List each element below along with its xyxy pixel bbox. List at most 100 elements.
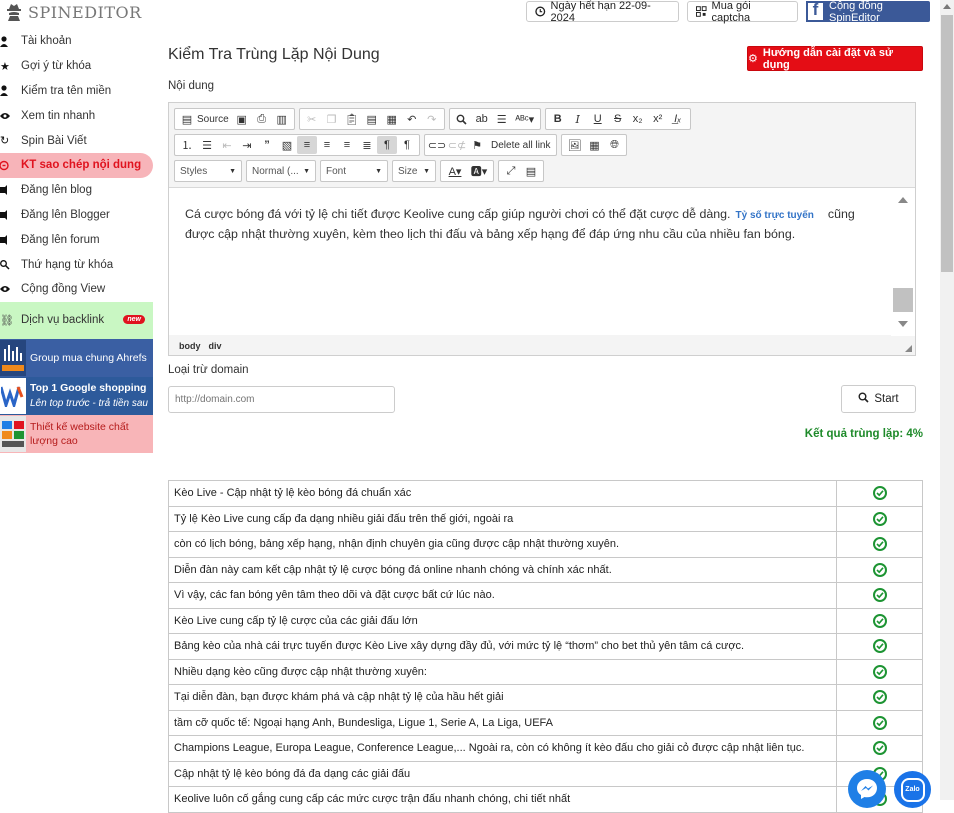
font-select[interactable]: Font ▼ [320,160,388,182]
path-div[interactable]: div [209,341,222,351]
indent-icon[interactable]: ⇥ [237,136,257,154]
sidebar-item-keyword-rank[interactable]: Thứ hạng từ khóa [0,252,153,277]
editor-inline-link[interactable]: Tỷ số trực tuyến [736,210,814,221]
toolbar-group-document: ▤ Source ▣ ⎙ ▥ [174,108,295,130]
bold-icon[interactable]: B [548,110,568,128]
buy-captcha-button[interactable]: Mua gói captcha [687,0,798,24]
sidebar-item-post-forum[interactable]: Đăng lên forum [0,227,153,252]
superscript-icon[interactable]: x² [648,110,668,128]
table-icon[interactable]: ▦ [584,136,604,154]
sidebar-item-community-view[interactable]: Cộng đồng View [0,277,153,302]
editor-text[interactable]: Cá cược bóng đá với tỷ lệ chi tiết được … [185,205,885,244]
row-sentence: còn có lịch bóng, bảng xếp hạng, nhận đị… [168,531,837,558]
sidebar-item-copy-check[interactable]: KT sao chép nội dung [0,152,153,178]
sidebar-item-account[interactable]: Tài khoản [0,29,153,54]
remove-format-icon[interactable]: I̲ₓ [668,110,688,128]
show-blocks-icon[interactable]: ▤ [521,162,541,180]
create-div-icon[interactable]: ▧ [277,136,297,154]
text-color-icon[interactable]: A▾ [443,162,467,180]
page-scrollbar[interactable] [940,0,954,800]
editor-scrollbar[interactable] [891,188,915,336]
check-circle-icon [872,613,887,628]
guide-button[interactable]: ⚙ Hướng dẫn cài đặt và sử dụng [747,46,923,71]
qrcode-icon [696,6,707,17]
underline-icon[interactable]: U [588,110,608,128]
image-icon[interactable]: 🖼︎ [564,136,584,154]
redo-icon[interactable]: ↷ [422,110,442,128]
size-select[interactable]: Size ▼ [392,160,436,182]
brand-logo[interactable]: SPINEDITOR [6,1,142,23]
sidebar-item-post-blog[interactable]: Đăng lên blog [0,178,153,203]
messenger-chat-button[interactable] [848,770,886,808]
spellcheck-icon[interactable]: ᴬᴮᶜ▾ [512,110,538,128]
promo-web-design[interactable]: Thiết kế website chất lượng cao [0,414,153,453]
row-status [836,582,923,609]
scroll-thumb[interactable] [893,288,913,312]
delete-all-links-button[interactable]: Delete all link [487,136,554,154]
justify-icon[interactable]: ≣ [357,136,377,154]
bg-color-icon[interactable]: 🅰︎▾ [467,162,491,180]
promo-ahrefs[interactable]: Group mua chung Ahrefs [0,338,153,377]
maximize-icon[interactable]: ⤢ [501,162,521,180]
path-body[interactable]: body [179,341,201,351]
templates-icon[interactable]: ▥ [272,110,292,128]
select-all-icon[interactable]: ☰ [492,110,512,128]
blockquote-icon[interactable]: ” [257,136,277,154]
find-icon[interactable] [452,110,472,128]
exclude-domain-input[interactable] [168,386,395,413]
sidebar-item-backlink[interactable]: ⛓ Dịch vụ backlink new [0,301,153,339]
facebook-community-button[interactable]: f Cộng đồng SpinEditor [806,0,930,24]
paste-icon[interactable]: 📋︎ [342,110,362,128]
toolbar-group-colors: A▾ 🅰︎▾ [440,160,494,182]
subscript-icon[interactable]: x₂ [628,110,648,128]
paste-text-icon[interactable]: ▤ [362,110,382,128]
align-center-icon[interactable]: ≡ [317,136,337,154]
source-icon: ▤ [181,113,193,126]
paste-word-icon[interactable]: ▦ [382,110,402,128]
expiry-date-button[interactable]: Ngày hết hạn 22-09-2024 [526,0,679,24]
iframe-globe-icon[interactable]: 🌐︎ [604,136,624,154]
anchor-icon[interactable]: ⚑ [467,136,487,154]
outdent-icon[interactable]: ⇤ [217,136,237,154]
replace-icon[interactable]: ab [472,110,492,128]
row-status [836,658,923,685]
scroll-down-arrow[interactable] [898,321,908,327]
source-button[interactable]: Source [197,110,232,128]
link-icon[interactable]: ⊂⊃ [427,136,447,154]
scroll-up-arrow[interactable] [898,197,908,203]
numbered-list-icon[interactable]: ⒈ [177,136,197,154]
editor-content-area[interactable]: Cá cược bóng đá với tỷ lệ chi tiết được … [169,187,915,336]
cut-icon[interactable]: ✂ [302,110,322,128]
align-left-icon[interactable]: ≡ [297,136,317,154]
align-right-icon[interactable]: ≡ [337,136,357,154]
copy-icon[interactable]: ❐ [322,110,342,128]
resize-handle[interactable] [905,345,912,352]
bulleted-list-icon[interactable]: ☰ [197,136,217,154]
scroll-up-arrow[interactable] [943,4,951,9]
print-icon[interactable]: ⎙ [252,110,272,128]
ltr-icon[interactable]: ¶ [377,136,397,154]
sidebar-item-quick-news[interactable]: Xem tin nhanh [0,103,153,128]
zalo-chat-button[interactable]: Zalo [894,771,931,808]
strikethrough-icon[interactable]: S [608,110,628,128]
unlink-icon[interactable]: ⊂⊄ [447,136,467,154]
sidebar-item-label: Xem tin nhanh [21,109,96,122]
format-select[interactable]: Normal (... ▼ [246,160,316,182]
italic-icon[interactable]: I [568,110,588,128]
table-row: còn có lịch bóng, bảng xếp hạng, nhận đị… [168,531,923,558]
chevron-down-icon: ▼ [229,167,236,175]
scroll-thumb[interactable] [941,15,953,272]
new-badge: new [123,314,145,324]
sidebar-item-domain-check[interactable]: Kiểm tra tên miền [0,79,153,104]
sidebar-item-keyword-suggest[interactable]: ★ Gợi ý từ khóa [0,54,153,79]
preview-icon[interactable]: ▣ [232,110,252,128]
rtl-icon[interactable]: ¶ [397,136,417,154]
undo-icon[interactable]: ↶ [402,110,422,128]
toolbar-group-basicstyles: B I U S x₂ x² I̲ₓ [544,108,691,130]
start-button[interactable]: Start [841,385,916,413]
sidebar-item-post-blogger[interactable]: Đăng lên Blogger [0,203,153,228]
sidebar-item-spin-article[interactable]: ↻ Spin Bài Viết [0,128,153,153]
promo-google-shopping[interactable]: Top 1 Google shopping Lên top trước - tr… [0,376,153,415]
search-icon [858,392,869,406]
styles-select[interactable]: Styles ▼ [174,160,242,182]
